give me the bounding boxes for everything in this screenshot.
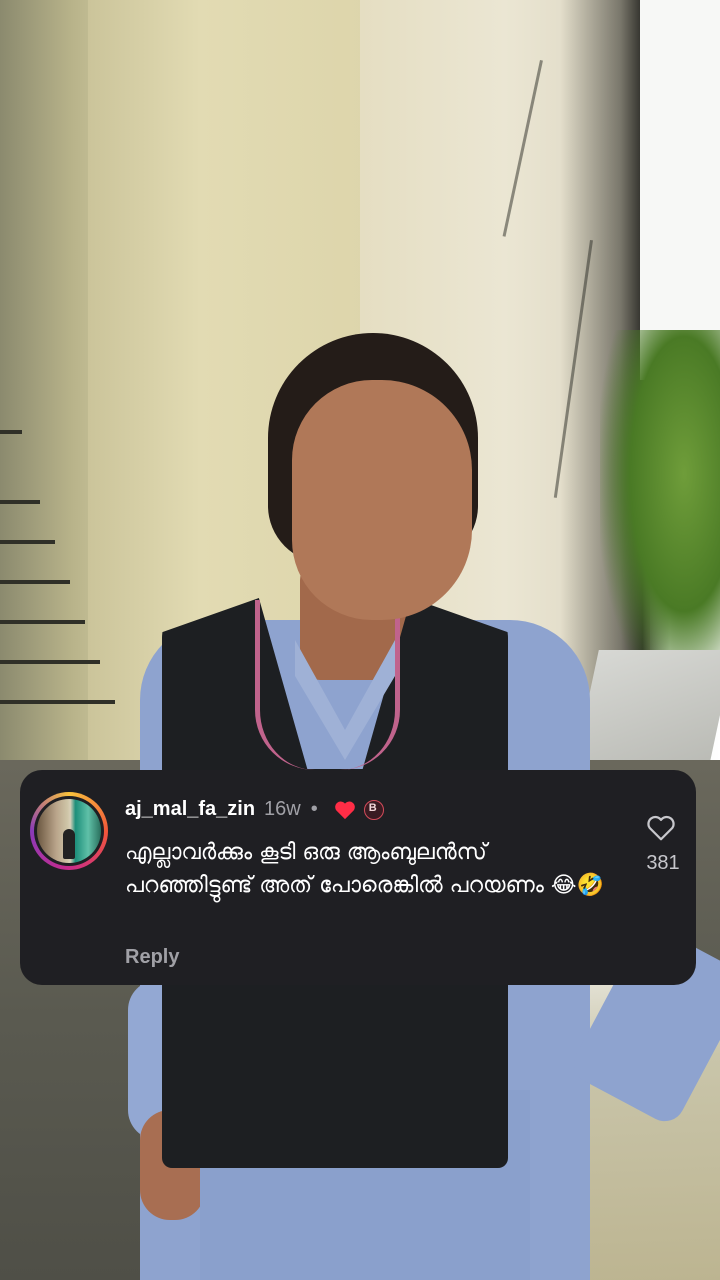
palm-trees [600,330,720,690]
comment-username[interactable]: aj_mal_fa_zin [125,798,255,821]
avatar-photo [37,799,101,863]
person-face [292,380,472,620]
meta-separator: • [310,798,318,820]
comment-card[interactable]: aj_mal_fa_zin 16w • B എല്ലാവർക്കും കൂടി … [20,770,696,985]
comment-age: 16w [264,798,301,820]
avatar-figure [63,829,75,859]
reply-button[interactable]: Reply [125,946,179,969]
avatar[interactable] [30,792,108,870]
comment-meta: 16w • B [264,798,384,821]
comment-text: എല്ലാവർക്കും കൂടി ഒരു ആംബുലൻസ് പറഞ്ഞിട്ട… [125,840,604,898]
staircase [0,380,120,780]
creator-avatar-badge: B [363,799,384,820]
heart-filled-icon [334,801,355,819]
video-background[interactable] [0,0,720,1280]
sky [640,0,720,380]
avatar-ring-gap [34,796,104,866]
heart-outline-icon[interactable] [646,814,676,842]
like-count: 381 [646,852,680,874]
person-lanyard [255,600,400,770]
